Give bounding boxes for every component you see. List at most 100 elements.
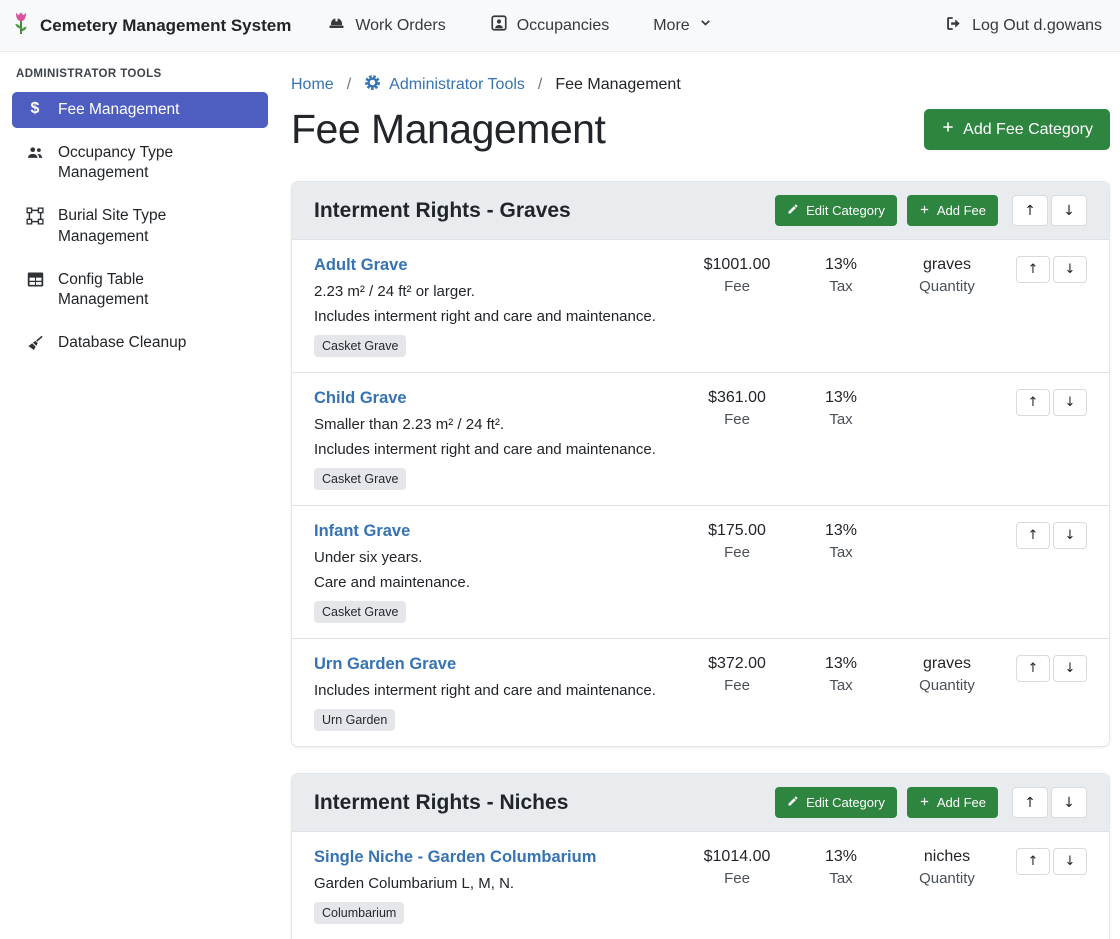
move-category-down-button[interactable]: ↓ — [1051, 787, 1087, 818]
move-fee-up-button[interactable]: ↑ — [1016, 848, 1050, 875]
nav-work-orders[interactable]: Work Orders — [327, 14, 445, 38]
fee-quantity: niches Quantity — [891, 848, 1003, 887]
plus-icon — [941, 120, 955, 139]
fee-description: Garden Columbarium L, M, N. — [314, 875, 683, 892]
move-fee-up-button[interactable]: ↑ — [1016, 256, 1050, 283]
arrow-down-icon: ↓ — [1063, 795, 1075, 811]
add-fee-category-label: Add Fee Category — [963, 121, 1093, 139]
sidebar-item-label: Burial Site Type Management — [58, 206, 236, 246]
fee-description: 2.23 m² / 24 ft² or larger. — [314, 283, 683, 300]
nav-more[interactable]: More — [653, 14, 711, 38]
sidebar-item-burial-site-type[interactable]: Burial Site Type Management — [12, 198, 268, 254]
fee-name-link[interactable]: Infant Grave — [314, 522, 410, 541]
tulip-logo-icon — [10, 9, 32, 42]
breadcrumb-admin-tools-link[interactable]: Administrator Tools — [364, 74, 525, 96]
fee-amount: $1014.00 Fee — [683, 848, 791, 887]
main-nav: Work Orders Occupancies More — [327, 14, 711, 38]
fee-description: Includes interment right and care and ma… — [314, 308, 683, 325]
category-title: Interment Rights - Niches — [314, 791, 765, 815]
plus-icon — [919, 203, 930, 218]
sidebar-item-label: Occupancy Type Management — [58, 143, 236, 183]
fee-description: Under six years. — [314, 549, 683, 566]
fee-category-card: Interment Rights - Niches Edit Category … — [291, 773, 1110, 939]
move-fee-down-button[interactable]: ↓ — [1053, 522, 1087, 549]
nav-work-orders-label: Work Orders — [355, 17, 445, 35]
fee-description: Includes interment right and care and ma… — [314, 441, 683, 458]
table-icon — [24, 271, 46, 288]
category-header: Interment Rights - Graves Edit Category … — [292, 182, 1109, 240]
move-fee-up-button[interactable]: ↑ — [1016, 522, 1050, 549]
category-header: Interment Rights - Niches Edit Category … — [292, 774, 1109, 832]
sidebar-item-label: Fee Management — [58, 100, 180, 120]
fee-quantity: graves Quantity — [891, 655, 1003, 694]
arrow-down-icon: ↓ — [1065, 395, 1076, 410]
add-fee-button[interactable]: Add Fee — [907, 787, 998, 818]
top-navbar: Cemetery Management System Work Orders — [0, 0, 1120, 52]
move-fee-up-button[interactable]: ↑ — [1016, 655, 1050, 682]
edit-category-button[interactable]: Edit Category — [775, 787, 897, 818]
logout-button[interactable]: Log Out d.gowans — [944, 14, 1102, 38]
sidebar-item-config-table[interactable]: Config Table Management — [12, 262, 268, 318]
fee-tax: 13% Tax — [791, 522, 891, 561]
fee-amount: $175.00 Fee — [683, 522, 791, 561]
fee-name-link[interactable]: Adult Grave — [314, 256, 408, 275]
logout-icon — [944, 14, 963, 38]
page-title: Fee Management — [291, 106, 605, 153]
arrow-up-icon: ↑ — [1028, 854, 1039, 869]
chevron-down-icon — [699, 17, 712, 35]
arrow-down-icon: ↓ — [1065, 262, 1076, 277]
arrow-up-icon: ↑ — [1024, 795, 1036, 811]
sidebar-item-fee-management[interactable]: $ Fee Management — [12, 92, 268, 128]
move-category-up-button[interactable]: ↑ — [1012, 787, 1048, 818]
sidebar-item-label: Config Table Management — [58, 270, 236, 310]
vector-square-icon — [24, 207, 46, 225]
move-fee-down-button[interactable]: ↓ — [1053, 655, 1087, 682]
add-fee-category-button[interactable]: Add Fee Category — [924, 109, 1110, 150]
arrow-up-icon: ↑ — [1028, 395, 1039, 410]
fee-tax: 13% Tax — [791, 256, 891, 295]
fee-tax: 13% Tax — [791, 655, 891, 694]
fee-row: Child Grave Smaller than 2.23 m² / 24 ft… — [292, 372, 1109, 505]
plus-icon — [919, 795, 930, 810]
fee-description: Smaller than 2.23 m² / 24 ft². — [314, 416, 683, 433]
move-fee-down-button[interactable]: ↓ — [1053, 389, 1087, 416]
move-fee-down-button[interactable]: ↓ — [1053, 848, 1087, 875]
category-title: Interment Rights - Graves — [314, 199, 765, 223]
edit-category-button[interactable]: Edit Category — [775, 195, 897, 226]
fee-type-badge: Casket Grave — [314, 335, 406, 357]
breadcrumb: Home / Administrator Tools / Fee Managem… — [291, 74, 1110, 96]
nav-occupancies[interactable]: Occupancies — [490, 14, 610, 38]
fee-row: Single Niche - Garden Columbarium Garden… — [292, 832, 1109, 939]
move-category-up-button[interactable]: ↑ — [1012, 195, 1048, 226]
add-fee-label: Add Fee — [937, 795, 986, 810]
breadcrumb-home-link[interactable]: Home — [291, 76, 334, 94]
breadcrumb-separator: / — [347, 76, 351, 94]
arrow-down-icon: ↓ — [1063, 203, 1075, 219]
sidebar-item-label: Database Cleanup — [58, 333, 186, 353]
arrow-up-icon: ↑ — [1028, 262, 1039, 277]
fee-type-badge: Casket Grave — [314, 468, 406, 490]
fee-tax: 13% Tax — [791, 848, 891, 887]
brand-title: Cemetery Management System — [40, 16, 291, 36]
fee-row: Urn Garden Grave Includes interment righ… — [292, 638, 1109, 746]
fee-name-link[interactable]: Urn Garden Grave — [314, 655, 456, 674]
move-fee-up-button[interactable]: ↑ — [1016, 389, 1050, 416]
fee-name-link[interactable]: Child Grave — [314, 389, 407, 408]
app-brand[interactable]: Cemetery Management System — [10, 9, 291, 42]
breadcrumb-current: Fee Management — [555, 76, 680, 94]
fee-name-link[interactable]: Single Niche - Garden Columbarium — [314, 848, 596, 867]
sidebar-header: ADMINISTRATOR TOOLS — [16, 68, 264, 80]
admin-sidebar: ADMINISTRATOR TOOLS $ Fee Management Occ… — [0, 52, 280, 939]
fee-amount: $1001.00 Fee — [683, 256, 791, 295]
move-category-down-button[interactable]: ↓ — [1051, 195, 1087, 226]
edit-category-label: Edit Category — [806, 203, 885, 218]
sidebar-item-occupancy-type[interactable]: Occupancy Type Management — [12, 135, 268, 191]
arrow-down-icon: ↓ — [1065, 661, 1076, 676]
dollar-icon: $ — [24, 101, 46, 117]
sidebar-item-database-cleanup[interactable]: Database Cleanup — [12, 325, 268, 361]
arrow-up-icon: ↑ — [1024, 203, 1036, 219]
breadcrumb-admin-tools-label: Administrator Tools — [389, 76, 525, 94]
add-fee-button[interactable]: Add Fee — [907, 195, 998, 226]
move-fee-down-button[interactable]: ↓ — [1053, 256, 1087, 283]
nav-more-label: More — [653, 17, 689, 35]
